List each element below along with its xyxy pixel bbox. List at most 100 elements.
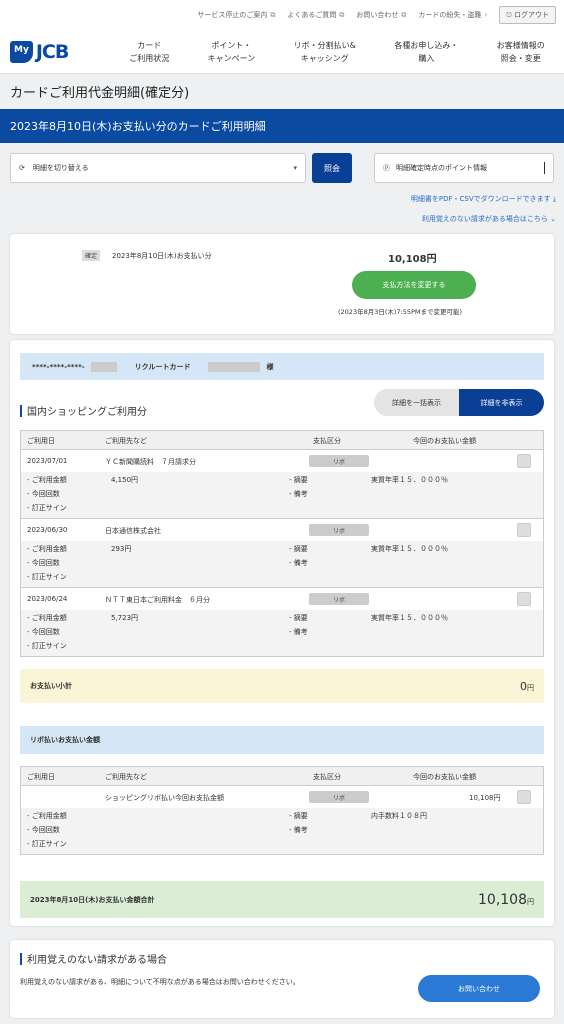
statement-switch-select[interactable]: ⟳ 明細を切り替える ▾ [10,153,306,183]
payment-type-badge: リボ [309,455,369,467]
nav-item-revolving[interactable]: リボ・分割払い& キャッシング [294,39,356,65]
hide-details-button[interactable]: 詳細を非表示 [459,389,544,416]
nav-item-applications[interactable]: 各種お申し込み・ 購入 [394,39,458,65]
col-amount: 今回のお支払い金額 [413,437,476,445]
detail-label: - 備考 [289,490,308,498]
masked-holder [208,361,261,372]
query-button[interactable]: 照会 [312,153,352,183]
detail-label: - ご利用金額 [27,476,67,484]
revolving-title-bar: リボ払いお支払い金額 [20,726,544,754]
util-link-label: よくあるご質問 [287,11,337,19]
col-type: 支払区分 [313,437,341,445]
due-date: 2023年8月10日(木)お支払い分 [112,252,212,260]
download-link-label: 明細書をPDF・CSVでダウンロードできます [410,195,551,203]
detail-label: - 摘要 [289,812,308,820]
nav-item-points[interactable]: ポイント・ キャンペーン [208,39,256,65]
col-amount: 今回のお支払い金額 [413,773,476,781]
divider [544,162,545,174]
usage-amount: 293円 [111,545,132,553]
points-label: 明細確定時点のポイント情報 [396,164,487,172]
util-link-service[interactable]: サービス停止のご案内 ⧉ [197,10,275,20]
col-type: 支払区分 [313,773,341,781]
masked-digits [90,361,117,372]
summary-note: 内手数料１０８円 [371,812,427,820]
inquiry-title-text: 利用覚えのない請求がある場合 [27,955,167,966]
row-merchant: ＹＣ新聞購読料 ７月請求分 [105,458,196,466]
utility-bar: サービス停止のご案内 ⧉ よくあるご質問 ⧉ お問い合わせ ⧉ カードの紛失・盗難 › … [0,0,564,30]
myjcb-logo[interactable]: My JCB [0,40,110,63]
change-payment-button[interactable]: 支払方法を変更する [352,271,476,299]
domestic-title: 国内ショッピングご利用分 [27,407,147,418]
name-suffix: 様 [266,362,274,371]
detail-label: - 訂正サイン [27,573,67,581]
util-link-lost[interactable]: カードの紛失・盗難 › [418,10,487,20]
logout-icon: ⎋ [506,11,514,19]
logout-label: ログアウト [514,11,549,19]
usage-amount: 5,723円 [111,614,139,622]
util-link-label: お問い合わせ [356,11,399,19]
dropdown-arrow-icon: ▾ [293,164,297,172]
logo-jcb: JCB [35,40,69,63]
statement-card: ****-****-****- リクルートカード 様 国内ショッピングご利用分 詳細… [10,340,554,926]
domestic-section-title: 国内ショッピングご利用分 [20,403,147,418]
page-title: カードご利用代金明細(確定分) [10,86,190,101]
unknown-charge-link[interactable]: 利用覚えのない請求がある場合はこちら ⌄ [422,214,556,224]
subtotal-amount: 0 [520,679,527,693]
card-name: リクルートカード [134,362,191,371]
row-checkbox[interactable] [517,592,531,606]
row-checkbox[interactable] [517,790,531,804]
detail-label: - 備考 [289,628,308,636]
show-all-details-button[interactable]: 詳細を一括表示 [374,389,459,416]
domestic-table: ご利用日 ご利用先など 支払区分 今回のお支払い金額 2023/07/01 ＹＣ新… [20,430,544,657]
table-row: 2023/07/01 ＹＣ新聞購読料 ７月請求分 リボ - ご利用金額 4,150円 -… [21,450,543,519]
detail-label: - 今回回数 [27,559,60,567]
card-name-bar: ****-****-****- リクルートカード 様 [20,353,544,380]
detail-label: - 今回回数 [27,826,60,834]
payment-type-badge: リボ [309,593,369,605]
inquiry-title: 利用覚えのない請求がある場合 [20,951,167,966]
row-amount: 10,108円 [469,794,501,802]
detail-label: - ご利用金額 [27,812,67,820]
card-number: ****-****-****- [32,362,85,371]
table-row: ショッピングリボ払い今回お支払金額 リボ 10,108円 - ご利用金額 - 摘要 内手… [21,786,543,854]
detail-label: - ご利用金額 [27,614,67,622]
detail-label: - 摘要 [289,476,308,484]
statement-title: 2023年8月10日(木)お支払い分のカードご利用明細 [0,109,564,143]
refresh-icon: ⟳ [19,164,25,172]
payment-type-badge: リボ [309,524,369,536]
inquiry-button[interactable]: お問い合わせ [418,975,540,1002]
row-merchant: 日本通信株式会社 [105,527,161,535]
detail-label: - 訂正サイン [27,642,67,650]
table-header: ご利用日 ご利用先など 支払区分 今回のお支払い金額 [21,767,543,786]
section-marker [20,952,22,965]
nav-item-card-usage[interactable]: カード ご利用状況 [129,39,169,65]
util-link-label: サービス停止のご案内 [197,11,268,19]
detail-label: - 今回回数 [27,628,60,636]
detail-toggle: 詳細を一括表示 詳細を非表示 [374,389,544,416]
row-checkbox[interactable] [517,454,531,468]
download-icon: ⤓ [552,195,556,203]
download-link[interactable]: 明細書をPDF・CSVでダウンロードできます ⤓ [411,194,556,204]
summary-note: 実質年率１５．０００％ [371,476,448,484]
logout-button[interactable]: ⎋ ログアウト [499,6,556,24]
points-info-button[interactable]: ⓟ 明細確定時点のポイント情報 [374,153,554,183]
detail-label: - 今回回数 [27,490,60,498]
section-marker [20,404,22,417]
logo-my: My [10,40,33,63]
main-nav: My JCB カード ご利用状況 ポイント・ キャンペーン リボ・分割払い& キャ… [0,30,564,74]
util-link-faq[interactable]: よくあるご質問 ⧉ [287,10,344,20]
subtotal-unit: 円 [527,683,534,692]
util-link-contact[interactable]: お問い合わせ ⧉ [356,10,406,20]
row-checkbox[interactable] [517,523,531,537]
nav-item-customer-info[interactable]: お客様情報の 照会・変更 [497,39,545,65]
table-row: 2023/06/30 日本通信株式会社 リボ - ご利用金額 293円 - 摘要 実質年率… [21,519,543,588]
row-merchant: ショッピングリボ払い今回お支払金額 [105,794,224,802]
payment-type-badge: リボ [309,791,369,803]
detail-label: - 訂正サイン [27,840,67,848]
payment-amount: 10,108円 [388,254,437,265]
total-amount: 10,108 [478,891,527,908]
chevron-down-icon: ⌄ [550,215,556,223]
summary-card: 確定 2023年8月10日(木)お支払い分 10,108円 支払方法を変更する … [10,234,554,334]
status-badge: 確定 [82,250,101,261]
total-label: 2023年8月10日(木)お支払い金額合計 [30,895,155,904]
